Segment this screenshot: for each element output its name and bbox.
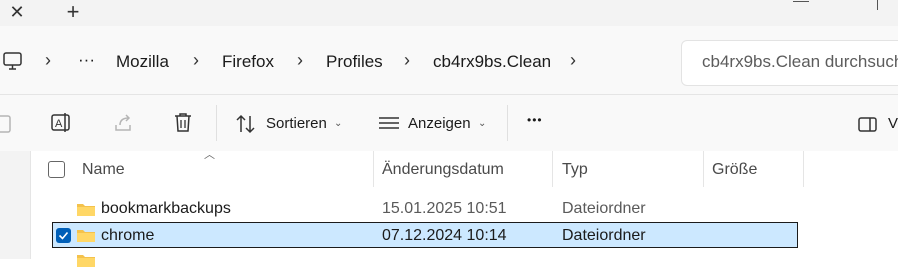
window-control-edge — [877, 0, 878, 10]
column-divider[interactable] — [703, 151, 704, 187]
paste-icon[interactable] — [0, 112, 16, 136]
column-divider[interactable] — [373, 151, 374, 187]
new-tab-button[interactable]: + — [58, 0, 88, 24]
toolbar-divider — [507, 105, 508, 141]
search-placeholder: cb4rx9bs.Clean durchsuchen — [702, 52, 898, 71]
table-row[interactable]: bookmarkbackups 15.01.2025 10:51 Dateior… — [52, 197, 798, 221]
file-name: bookmarkbackups — [101, 200, 231, 217]
breadcrumb-separator-icon[interactable]: › — [570, 50, 576, 71]
share-icon[interactable] — [112, 111, 136, 135]
breadcrumb-separator-icon[interactable]: › — [297, 50, 303, 71]
folder-icon — [77, 204, 95, 216]
chevron-down-icon: ⌄ — [478, 118, 487, 129]
file-date: 15.01.2025 10:51 — [382, 200, 507, 217]
rename-icon[interactable]: A — [50, 111, 74, 135]
column-divider[interactable] — [803, 151, 804, 187]
details-pane-icon — [858, 117, 877, 132]
column-divider[interactable] — [552, 151, 553, 187]
breadcrumb-overflow[interactable]: ··· — [78, 50, 95, 70]
sort-button[interactable]: Sortieren ⌄ — [232, 111, 352, 137]
breadcrumb-item-mozilla[interactable]: Mozilla — [116, 52, 169, 72]
this-pc-icon[interactable] — [2, 50, 24, 72]
more-options-button[interactable]: ••• — [527, 113, 543, 127]
folder-icon — [77, 230, 95, 242]
file-date: 07.12.2024 10:14 — [382, 227, 507, 244]
details-pane-button[interactable]: V — [858, 113, 898, 137]
file-type: Dateiordner — [562, 200, 646, 217]
breadcrumb-item-current[interactable]: cb4rx9bs.Clean — [433, 52, 551, 72]
file-type: Dateiordner — [562, 227, 646, 244]
view-button[interactable]: Anzeigen ⌄ — [376, 111, 496, 137]
chevron-down-icon: ⌄ — [334, 118, 343, 129]
sort-icon — [236, 114, 255, 134]
breadcrumb-separator-icon[interactable]: › — [404, 50, 410, 71]
breadcrumb-item-profiles[interactable]: Profiles — [326, 52, 383, 72]
details-pane-label: V — [888, 115, 898, 132]
checkmark-icon — [58, 231, 69, 240]
column-header-date[interactable]: Änderungsdatum — [382, 161, 504, 179]
view-label: Anzeigen — [408, 115, 471, 132]
tab-strip — [0, 0, 898, 26]
minimize-icon[interactable] — [783, 0, 821, 10]
breadcrumb-item-firefox[interactable]: Firefox — [222, 52, 274, 72]
close-tab-icon[interactable]: ✕ — [0, 0, 34, 24]
navigation-pane-edge — [0, 151, 31, 259]
sort-label: Sortieren — [266, 115, 327, 132]
breadcrumb-separator-icon[interactable]: › — [193, 50, 199, 71]
select-all-checkbox[interactable] — [48, 161, 65, 178]
toolbar-divider — [216, 105, 217, 141]
column-header-name[interactable]: Name — [82, 161, 125, 179]
view-list-icon — [379, 117, 399, 129]
row-checkbox-checked[interactable] — [56, 228, 71, 243]
column-header-type[interactable]: Typ — [562, 161, 588, 179]
sort-ascending-icon: ︿ — [204, 149, 215, 161]
delete-icon[interactable] — [171, 111, 195, 135]
svg-text:A: A — [55, 118, 63, 130]
file-name: chrome — [101, 227, 155, 244]
breadcrumb-separator-icon[interactable]: › — [45, 50, 51, 71]
column-header-size[interactable]: Größe — [712, 161, 757, 179]
folder-icon — [77, 255, 95, 267]
